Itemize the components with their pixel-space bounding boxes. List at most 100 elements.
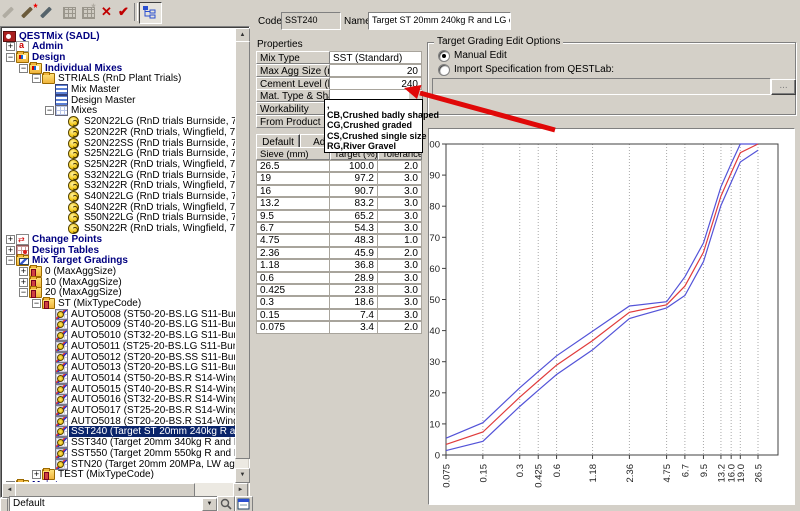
- tree-vertical-scrollbar[interactable]: ▲ ▼: [235, 28, 248, 483]
- tree-item[interactable]: +TEST (MixTypeCode): [3, 469, 236, 480]
- property-value-cell[interactable]: SST (Standard): [330, 51, 422, 64]
- tree-item[interactable]: AUTO5018 (ST20-20-BS.R S14-Wingfield, ST…: [3, 416, 236, 427]
- sieve-table-cell[interactable]: 1.0: [378, 234, 422, 246]
- name-field[interactable]: Target ST 20mm 240kg R and LG combin: [368, 12, 511, 30]
- dropdown-option[interactable]: ,: [325, 100, 422, 110]
- tree-item[interactable]: +Maintenance: [3, 480, 236, 482]
- sieve-table-cell[interactable]: 2.0: [378, 160, 422, 172]
- sieve-table-cell[interactable]: 3.0: [378, 185, 422, 197]
- tree-item[interactable]: Design Master: [3, 95, 236, 106]
- sieve-table-cell[interactable]: 3.0: [378, 197, 422, 209]
- tree-item[interactable]: S40N22LG (RnD trials Burnside, 70/30): [3, 191, 236, 202]
- sieve-table-cell[interactable]: 28.9: [330, 272, 378, 284]
- tree-item[interactable]: STN20 (Target 20mm 20MPa, LW agg + Q san…: [3, 459, 236, 470]
- tree-horizontal-scrollbar[interactable]: ◄ ►: [2, 483, 248, 496]
- collapse-icon[interactable]: −: [19, 64, 28, 73]
- tree-item[interactable]: −ST (MixTypeCode): [3, 298, 236, 309]
- sieve-table-cell[interactable]: 2.36: [256, 247, 330, 259]
- tree-item[interactable]: −STRIALS (RnD Plant Trials): [3, 73, 236, 84]
- tree-item[interactable]: AUTO5017 (ST25-20-BS.R S14-Wingfield, ST…: [3, 405, 236, 416]
- sieve-table-cell[interactable]: 83.2: [330, 197, 378, 209]
- sieve-table-cell[interactable]: 45.9: [330, 247, 378, 259]
- sieve-table-cell[interactable]: 26.5: [256, 160, 330, 172]
- tree-item[interactable]: +Admin: [3, 41, 236, 52]
- vertical-scroll-thumb[interactable]: [235, 41, 250, 459]
- tree-item[interactable]: +10 (MaxAggSize): [3, 277, 236, 288]
- sieve-table-cell[interactable]: 48.3: [330, 234, 378, 246]
- sieve-table-cell[interactable]: 3.0: [378, 259, 422, 271]
- tree-item[interactable]: −Mixes: [3, 105, 236, 116]
- collapse-icon[interactable]: −: [32, 74, 41, 83]
- tree-item[interactable]: S20N22R (RnD trials, Wingfield, 70/30, 2…: [3, 127, 236, 138]
- tree-item[interactable]: +Design Tables: [3, 245, 236, 256]
- tree-item[interactable]: S40N22R (RnD trials, Wingfield, 70/30): [3, 202, 236, 213]
- tree-item[interactable]: Mix Master: [3, 84, 236, 95]
- manual-edit-radio[interactable]: [438, 50, 450, 62]
- import-spec-radio[interactable]: [438, 64, 450, 76]
- tree-item[interactable]: AUTO5010 (ST32-20-BS.LG S11-Burnside, ST…: [3, 330, 236, 341]
- tree-item[interactable]: −Individual Mixes: [3, 63, 236, 74]
- new-item-icon[interactable]: [22, 3, 39, 20]
- sieve-table-cell[interactable]: 0.075: [256, 321, 330, 333]
- sieve-table-cell[interactable]: 7.4: [330, 309, 378, 321]
- sieve-table-cell[interactable]: 3.4: [330, 321, 378, 333]
- tree-item[interactable]: AUTO5014 (ST50-20-BS.R S14-Wingfield, ST…: [3, 373, 236, 384]
- sieve-table-cell[interactable]: 3.0: [378, 222, 422, 234]
- expand-icon[interactable]: +: [6, 42, 15, 51]
- sieve-table-cell[interactable]: 1.18: [256, 259, 330, 271]
- toggle-tree-view-button[interactable]: [139, 2, 162, 24]
- sieve-table-cell[interactable]: 0.3: [256, 296, 330, 308]
- tree-item[interactable]: S25N22LG (RnD trials Burnside, 70/30, 22…: [3, 148, 236, 159]
- property-value-cell[interactable]: 20: [330, 64, 422, 77]
- sieve-table-cell[interactable]: 36.8: [330, 259, 378, 271]
- sieve-table-cell[interactable]: 3.0: [378, 172, 422, 184]
- collapse-icon[interactable]: −: [6, 256, 15, 265]
- tree-item[interactable]: S20N22SS (RnD trials Burnside, 70/30, 25…: [3, 138, 236, 149]
- tree-item[interactable]: SST240 (Target ST 20mm 240kg R and LG co…: [3, 426, 236, 437]
- collapse-icon[interactable]: −: [32, 299, 41, 308]
- tree-item[interactable]: −20 (MaxAggSize): [3, 287, 236, 298]
- tree-item[interactable]: S50N22LG (RnD trials Burnside, 70/30): [3, 212, 236, 223]
- scroll-down-button[interactable]: ▼: [235, 468, 250, 483]
- tree-item[interactable]: AUTO5008 (ST50-20-BS.LG S11-Burnside, ST…: [3, 309, 236, 320]
- tree-item[interactable]: −Design: [3, 52, 236, 63]
- collapse-icon[interactable]: −: [6, 53, 15, 62]
- sieve-table-cell[interactable]: 97.2: [330, 172, 378, 184]
- expand-icon[interactable]: +: [19, 267, 28, 276]
- sieve-table-cell[interactable]: 13.2: [256, 197, 330, 209]
- sieve-table-cell[interactable]: 23.8: [330, 284, 378, 296]
- dropdown-option[interactable]: CS,Crushed single size: [325, 131, 422, 141]
- expand-icon[interactable]: +: [19, 278, 28, 287]
- expand-icon[interactable]: +: [6, 235, 15, 244]
- sieve-table-cell[interactable]: 3.0: [378, 284, 422, 296]
- sieve-table-cell[interactable]: 9.5: [256, 210, 330, 222]
- search-button[interactable]: [217, 496, 235, 511]
- sieve-table-cell[interactable]: 0.15: [256, 309, 330, 321]
- tree-item[interactable]: AUTO5016 (ST32-20-BS.R S14-Wingfield, ST…: [3, 394, 236, 405]
- sieve-table-cell[interactable]: 3.0: [378, 309, 422, 321]
- tree-item[interactable]: +0 (MaxAggSize): [3, 266, 236, 277]
- tree-item[interactable]: AUTO5011 (ST25-20-BS.LG S11-Burnside, ST…: [3, 341, 236, 352]
- dropdown-option[interactable]: CB,Crushed badly shaped: [325, 110, 422, 120]
- filter-combo[interactable]: Default ▼: [9, 496, 219, 511]
- sieve-table-cell[interactable]: 3.0: [378, 210, 422, 222]
- sieve-table-cell[interactable]: 19: [256, 172, 330, 184]
- collapse-icon[interactable]: −: [19, 288, 28, 297]
- tree-item[interactable]: SST550 (Target 20mm 550kg R and LG combi…: [3, 448, 236, 459]
- apply-check-icon[interactable]: ✔: [115, 3, 132, 20]
- delete-icon[interactable]: ✕: [98, 3, 115, 20]
- sieve-table-cell[interactable]: 65.2: [330, 210, 378, 222]
- expand-icon[interactable]: +: [6, 481, 15, 482]
- splitter-handle[interactable]: [0, 498, 8, 511]
- sieve-table-cell[interactable]: 0.6: [256, 272, 330, 284]
- sieve-table-cell[interactable]: 100.0: [330, 160, 378, 172]
- sieve-table-cell[interactable]: 3.0: [378, 272, 422, 284]
- tree-item[interactable]: S32N22LG (RnD trials Burnside, 70/30, 15…: [3, 170, 236, 181]
- expand-icon[interactable]: +: [32, 470, 41, 479]
- sieve-table-cell[interactable]: 54.3: [330, 222, 378, 234]
- sieve-table-cell[interactable]: 2.0: [378, 247, 422, 259]
- tree-item[interactable]: S25N22R (RnD trials, Wingfield, 70/30, 2…: [3, 159, 236, 170]
- tree-item[interactable]: S20N22LG (RnD trials Burnside, 70/30, 25…: [3, 116, 236, 127]
- tree-item[interactable]: AUTO5012 (ST20-20-BS.SS S11-Burnside, ST…: [3, 352, 236, 363]
- tree-item[interactable]: −Mix Target Gradings: [3, 255, 236, 266]
